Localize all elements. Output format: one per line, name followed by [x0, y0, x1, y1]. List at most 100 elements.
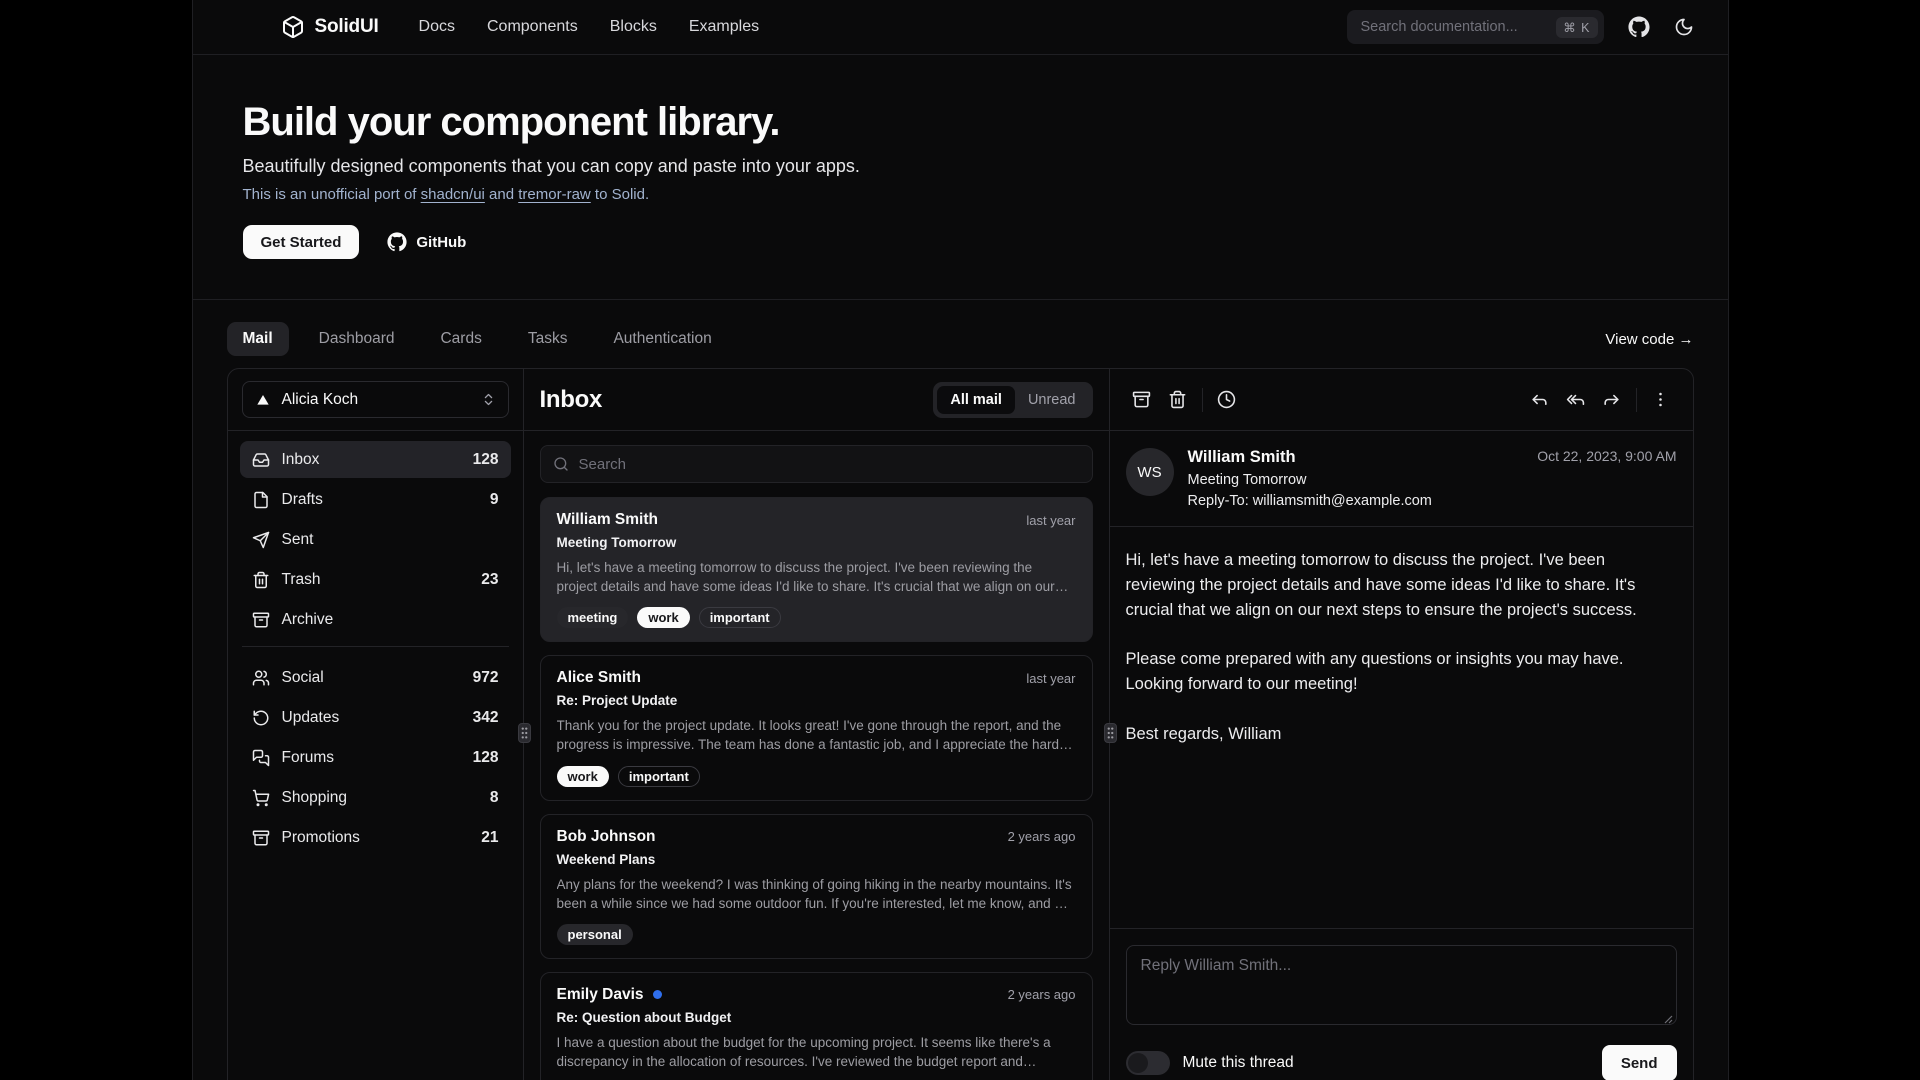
mute-toggle-label: Mute this thread [1183, 1054, 1294, 1072]
sidebar-item-label: Archive [282, 611, 334, 629]
email-time: 2 years ago [1008, 829, 1076, 844]
tag-badge[interactable]: work [557, 766, 609, 787]
port-suffix: to Solid. [591, 186, 649, 203]
panel-resize-handle[interactable] [518, 723, 531, 743]
toggle-knob [1128, 1053, 1148, 1073]
filter-all-mail[interactable]: All mail [937, 386, 1015, 414]
panel-resize-handle[interactable] [1104, 723, 1117, 743]
archive-icon[interactable] [1124, 382, 1160, 418]
sidebar-item-forums[interactable]: Forums 128 [240, 739, 511, 776]
tag-badge[interactable]: important [618, 766, 700, 787]
nav-link-examples[interactable]: Examples [689, 18, 759, 36]
tag-badge[interactable]: important [699, 607, 781, 628]
sidebar-item-archive[interactable]: Archive [240, 601, 511, 638]
hero-port-line: This is an unofficial port of shadcn/ui … [243, 186, 1678, 203]
hero-actions: Get Started GitHub [243, 225, 1678, 259]
examples-section: Mail Dashboard Cards Tasks Authenticatio… [193, 300, 1728, 1080]
hero-subtitle: Beautifully designed components that you… [243, 156, 1678, 177]
view-code-link[interactable]: View code → [1605, 331, 1693, 348]
hero-section: Build your component library. Beautifull… [193, 55, 1728, 300]
sidebar-item-updates[interactable]: Updates 342 [240, 699, 511, 736]
sidebar-item-trash[interactable]: Trash 23 [240, 561, 511, 598]
divider [1636, 388, 1637, 412]
search-icon [553, 456, 569, 472]
shadcn-link[interactable]: shadcn/ui [421, 186, 485, 203]
tag-badge[interactable]: personal [557, 924, 633, 945]
sidebar-item-drafts[interactable]: Drafts 9 [240, 481, 511, 518]
moon-icon[interactable] [1674, 17, 1694, 37]
email-tags: work important [557, 766, 1076, 787]
send-button[interactable]: Send [1602, 1045, 1677, 1080]
sidebar-item-inbox[interactable]: Inbox 128 [240, 441, 511, 478]
email-subject: Weekend Plans [557, 852, 1076, 867]
nav-link-blocks[interactable]: Blocks [610, 18, 657, 36]
search-wrap: Search [524, 431, 1109, 497]
nav-link-components[interactable]: Components [487, 18, 578, 36]
detail-toolbar [1110, 369, 1693, 430]
email-list-item[interactable]: Alice Smithlast year Re: Project Update … [540, 655, 1093, 800]
folder-count: 128 [473, 451, 499, 469]
trash-icon[interactable] [1160, 382, 1196, 418]
email-list-item[interactable]: William Smithlast year Meeting Tomorrow … [540, 497, 1093, 642]
folder-count: 8 [490, 789, 499, 807]
github-button-label: GitHub [416, 234, 466, 251]
tag-badge[interactable]: work [637, 607, 689, 628]
doc-search-input[interactable]: Search documentation... ⌘ K [1347, 10, 1604, 44]
github-icon[interactable] [1628, 16, 1650, 38]
tab-tasks[interactable]: Tasks [512, 322, 584, 356]
page-container: SolidUI Docs Components Blocks Examples … [192, 0, 1729, 1080]
list-title: Inbox [540, 386, 603, 414]
reply-all-icon[interactable] [1558, 382, 1594, 418]
filter-unread[interactable]: Unread [1015, 386, 1089, 414]
email-sender: Emily Davis [557, 986, 644, 1004]
detail-date: Oct 22, 2023, 9:00 AM [1537, 448, 1676, 509]
sidebar-item-sent[interactable]: Sent [240, 521, 511, 558]
sidebar-item-promotions[interactable]: Promotions 21 [240, 819, 511, 856]
brand[interactable]: SolidUI [281, 15, 379, 39]
email-time: last year [1026, 513, 1075, 528]
reply-icon[interactable] [1522, 382, 1558, 418]
tab-authentication[interactable]: Authentication [597, 322, 727, 356]
email-preview: Any plans for the weekend? I was thinkin… [557, 875, 1076, 913]
tab-cards[interactable]: Cards [424, 322, 497, 356]
mail-search-input[interactable]: Search [540, 445, 1093, 483]
email-list-item[interactable]: Emily Davis2 years ago Re: Question abou… [540, 972, 1093, 1080]
reply-section: Mute this thread Send [1110, 929, 1693, 1080]
github-button[interactable]: GitHub [373, 225, 480, 259]
tremor-link[interactable]: tremor-raw [518, 186, 591, 203]
examples-tabs: Mail Dashboard Cards Tasks Authenticatio… [227, 322, 1694, 356]
email-subject: Meeting Tomorrow [557, 535, 1076, 550]
forward-icon[interactable] [1594, 382, 1630, 418]
sidebar-item-label: Drafts [282, 491, 323, 509]
folder-count: 972 [473, 669, 499, 687]
tag-badge[interactable]: meeting [557, 607, 629, 628]
folder-count: 23 [481, 571, 498, 589]
email-sender: Alice Smith [557, 669, 641, 687]
nav-link-docs[interactable]: Docs [419, 18, 455, 36]
resize-grip-icon[interactable] [1663, 1014, 1673, 1024]
sidebar-item-social[interactable]: Social 972 [240, 659, 511, 696]
sidebar-item-shopping[interactable]: Shopping 8 [240, 779, 511, 816]
sidebar-item-label: Shopping [282, 789, 348, 807]
get-started-button[interactable]: Get Started [243, 225, 360, 259]
account-switcher[interactable]: Alicia Koch [242, 381, 509, 418]
chevrons-up-down-icon [481, 392, 496, 407]
account-switcher-wrap: Alicia Koch [228, 369, 523, 430]
more-vertical-icon[interactable] [1643, 382, 1679, 418]
snooze-icon[interactable] [1209, 382, 1245, 418]
folder-count: 9 [490, 491, 499, 509]
tab-dashboard[interactable]: Dashboard [303, 322, 411, 356]
tab-mail[interactable]: Mail [227, 322, 289, 356]
messages-icon [252, 749, 270, 767]
mute-toggle[interactable] [1126, 1051, 1170, 1075]
email-sender: William Smith [557, 511, 658, 529]
detail-subject: Meeting Tomorrow [1188, 472, 1432, 488]
doc-search-placeholder: Search documentation... [1361, 19, 1518, 35]
search-shortcut-kbd: ⌘ K [1556, 17, 1597, 38]
page-title: Build your component library. [243, 101, 1678, 143]
file-icon [252, 491, 270, 509]
reply-textarea[interactable] [1126, 945, 1677, 1025]
email-tags: personal [557, 924, 1076, 945]
email-body-paragraph: Hi, let's have a meeting tomorrow to dis… [1126, 548, 1677, 622]
email-list-item[interactable]: Bob Johnson2 years ago Weekend Plans Any… [540, 814, 1093, 959]
